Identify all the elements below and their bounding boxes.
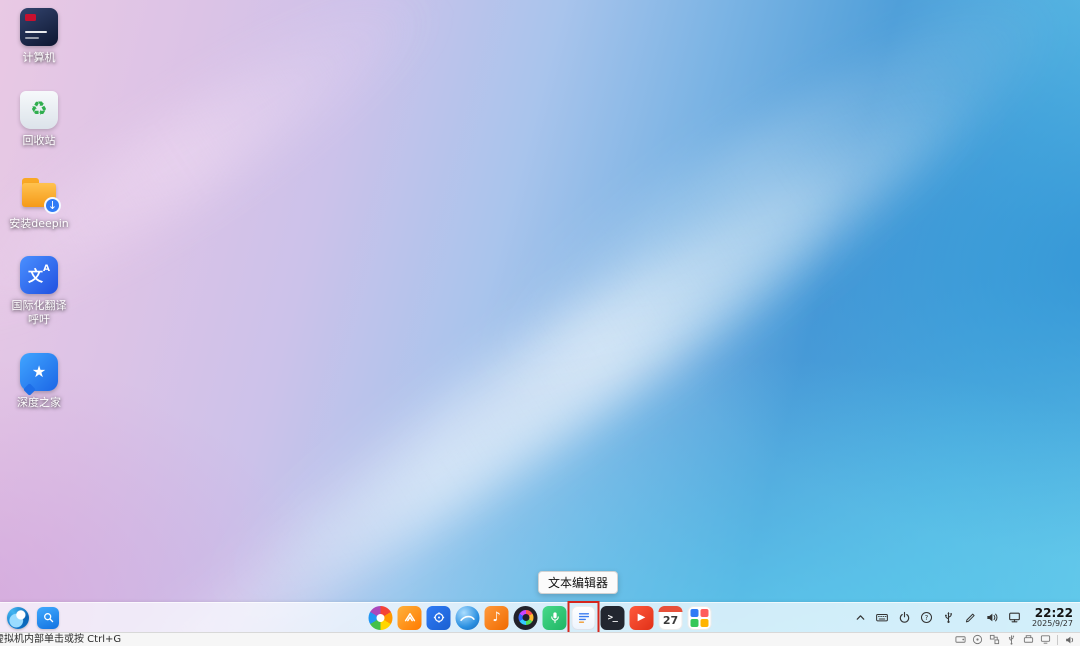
vm-status-bar: 虚拟机内部单击或按 Ctrl+G	[0, 632, 1080, 646]
launcher-icon[interactable]	[7, 606, 29, 629]
dock-app-camera[interactable]	[513, 605, 538, 630]
calendar-day: 27	[662, 613, 679, 627]
desktop-icon-label: 计算机	[22, 51, 56, 64]
deepin-logo-badge	[25, 14, 36, 21]
tray-help[interactable]: ?	[919, 610, 934, 625]
deepin-home-icon: ★	[20, 352, 58, 396]
dock-app-multitasking[interactable]	[368, 605, 393, 630]
recycle-glyph: ♻	[30, 98, 48, 121]
tray-network[interactable]	[1007, 610, 1022, 625]
volume-icon	[987, 613, 998, 622]
dock-tooltip: 文本编辑器	[537, 571, 619, 594]
tray-onboard-keyboard[interactable]	[875, 610, 890, 625]
desktop-icon-deepin-home[interactable]: ★ 深度之家	[6, 352, 72, 410]
dock-app-app-store[interactable]	[397, 605, 422, 630]
aperture-icon	[518, 610, 533, 625]
desktop-icon-label: 回收站	[22, 133, 56, 147]
network-icon	[1009, 612, 1020, 623]
download-arrow-icon: ↓	[44, 196, 61, 214]
tray-volume[interactable]	[985, 610, 1000, 625]
power-icon	[899, 611, 910, 623]
vm-separator	[1057, 634, 1058, 645]
grand-search-button[interactable]	[37, 606, 59, 629]
tray-screenshot-pen[interactable]	[963, 610, 978, 625]
vm-hint-text: 虚拟机内部单击或按 Ctrl+G	[0, 633, 122, 645]
browser-swoosh-icon	[460, 615, 475, 621]
desktop-icon-i18n-translation[interactable]: 文 A 国际化翻译呼吁	[6, 256, 72, 327]
music-note-glyph: ♪	[492, 610, 501, 625]
vm-cdrom-icon[interactable]	[972, 634, 983, 645]
app-store-icon	[404, 613, 415, 622]
dock-app-text-editor[interactable]	[567, 600, 600, 635]
computer-icon	[20, 8, 58, 46]
chevron-up-icon	[856, 615, 865, 620]
clock-date: 2025/9/27	[1031, 618, 1073, 628]
dock-app-list: ♪ >_ ▶ 27	[368, 600, 712, 635]
tray-power[interactable]	[897, 610, 912, 625]
vm-display-icon[interactable]	[1040, 634, 1051, 645]
dock-app-file-vault[interactable]	[426, 605, 451, 630]
highlight-rectangle	[567, 600, 600, 635]
trash-icon: ♻	[20, 90, 58, 129]
dock-app-control-center[interactable]	[687, 605, 712, 630]
dock: ♪ >_ ▶ 27 ? 22:22 2025/9/27	[0, 600, 1080, 635]
home-star-glyph: ★	[31, 362, 47, 382]
install-folder-icon: ↓	[20, 174, 61, 214]
vm-hdd-icon[interactable]	[955, 634, 966, 645]
pen-icon	[965, 613, 975, 623]
play-glyph: ▶	[637, 612, 646, 623]
desktop-icon-label: 安装deepin	[9, 216, 69, 230]
dock-left-group	[7, 603, 59, 632]
vm-sound-icon[interactable]	[1064, 634, 1076, 646]
svg-text:?: ?	[925, 614, 929, 622]
translate-icon: 文 A	[20, 256, 58, 295]
desktop-icon-install-deepin[interactable]: ↓ 安装deepin	[6, 174, 72, 231]
desktop-wallpaper	[0, 0, 1080, 632]
vm-printer-icon[interactable]	[1023, 634, 1034, 645]
vault-icon	[433, 612, 444, 623]
screen: 计算机 ♻ 回收站 ↓ 安装deepin 文 A 国际化翻译呼吁 ★ 深度之家 …	[0, 0, 1080, 646]
dock-app-terminal[interactable]: >_	[600, 605, 625, 630]
vm-device-icons	[955, 634, 1076, 646]
tray-collapse-button[interactable]	[853, 610, 868, 625]
desktop-icon-label: 国际化翻译呼吁	[11, 299, 67, 326]
system-tray: ? 22:22 2025/9/27	[853, 603, 1073, 632]
clock-time: 22:22	[1034, 605, 1073, 620]
keyboard-icon	[876, 614, 889, 622]
desktop-icon-trash[interactable]: ♻ 回收站	[6, 90, 72, 148]
desktop-icon-label: 深度之家	[17, 395, 61, 409]
clock[interactable]: 22:22 2025/9/27	[1031, 605, 1073, 629]
dock-app-voice-notes[interactable]	[542, 605, 567, 630]
dock-app-browser[interactable]	[455, 605, 480, 630]
tray-usb[interactable]	[941, 610, 956, 625]
search-icon	[43, 613, 53, 623]
terminal-prompt-glyph: >_	[607, 612, 618, 623]
vm-network-icon[interactable]	[989, 634, 1000, 645]
desktop-icon-computer[interactable]: 计算机	[6, 8, 72, 65]
wallpaper-streak	[443, 0, 1080, 431]
help-icon: ?	[920, 611, 932, 624]
microphone-icon	[550, 612, 559, 624]
dock-app-calendar[interactable]: 27	[658, 605, 683, 630]
desktop-icon-list: 计算机 ♻ 回收站 ↓ 安装deepin 文 A 国际化翻译呼吁 ★ 深度之家	[6, 8, 72, 410]
dock-app-movie[interactable]: ▶	[629, 605, 654, 630]
dock-app-music[interactable]: ♪	[484, 605, 509, 630]
vm-usb-icon[interactable]	[1006, 634, 1017, 645]
usb-icon	[944, 611, 952, 623]
